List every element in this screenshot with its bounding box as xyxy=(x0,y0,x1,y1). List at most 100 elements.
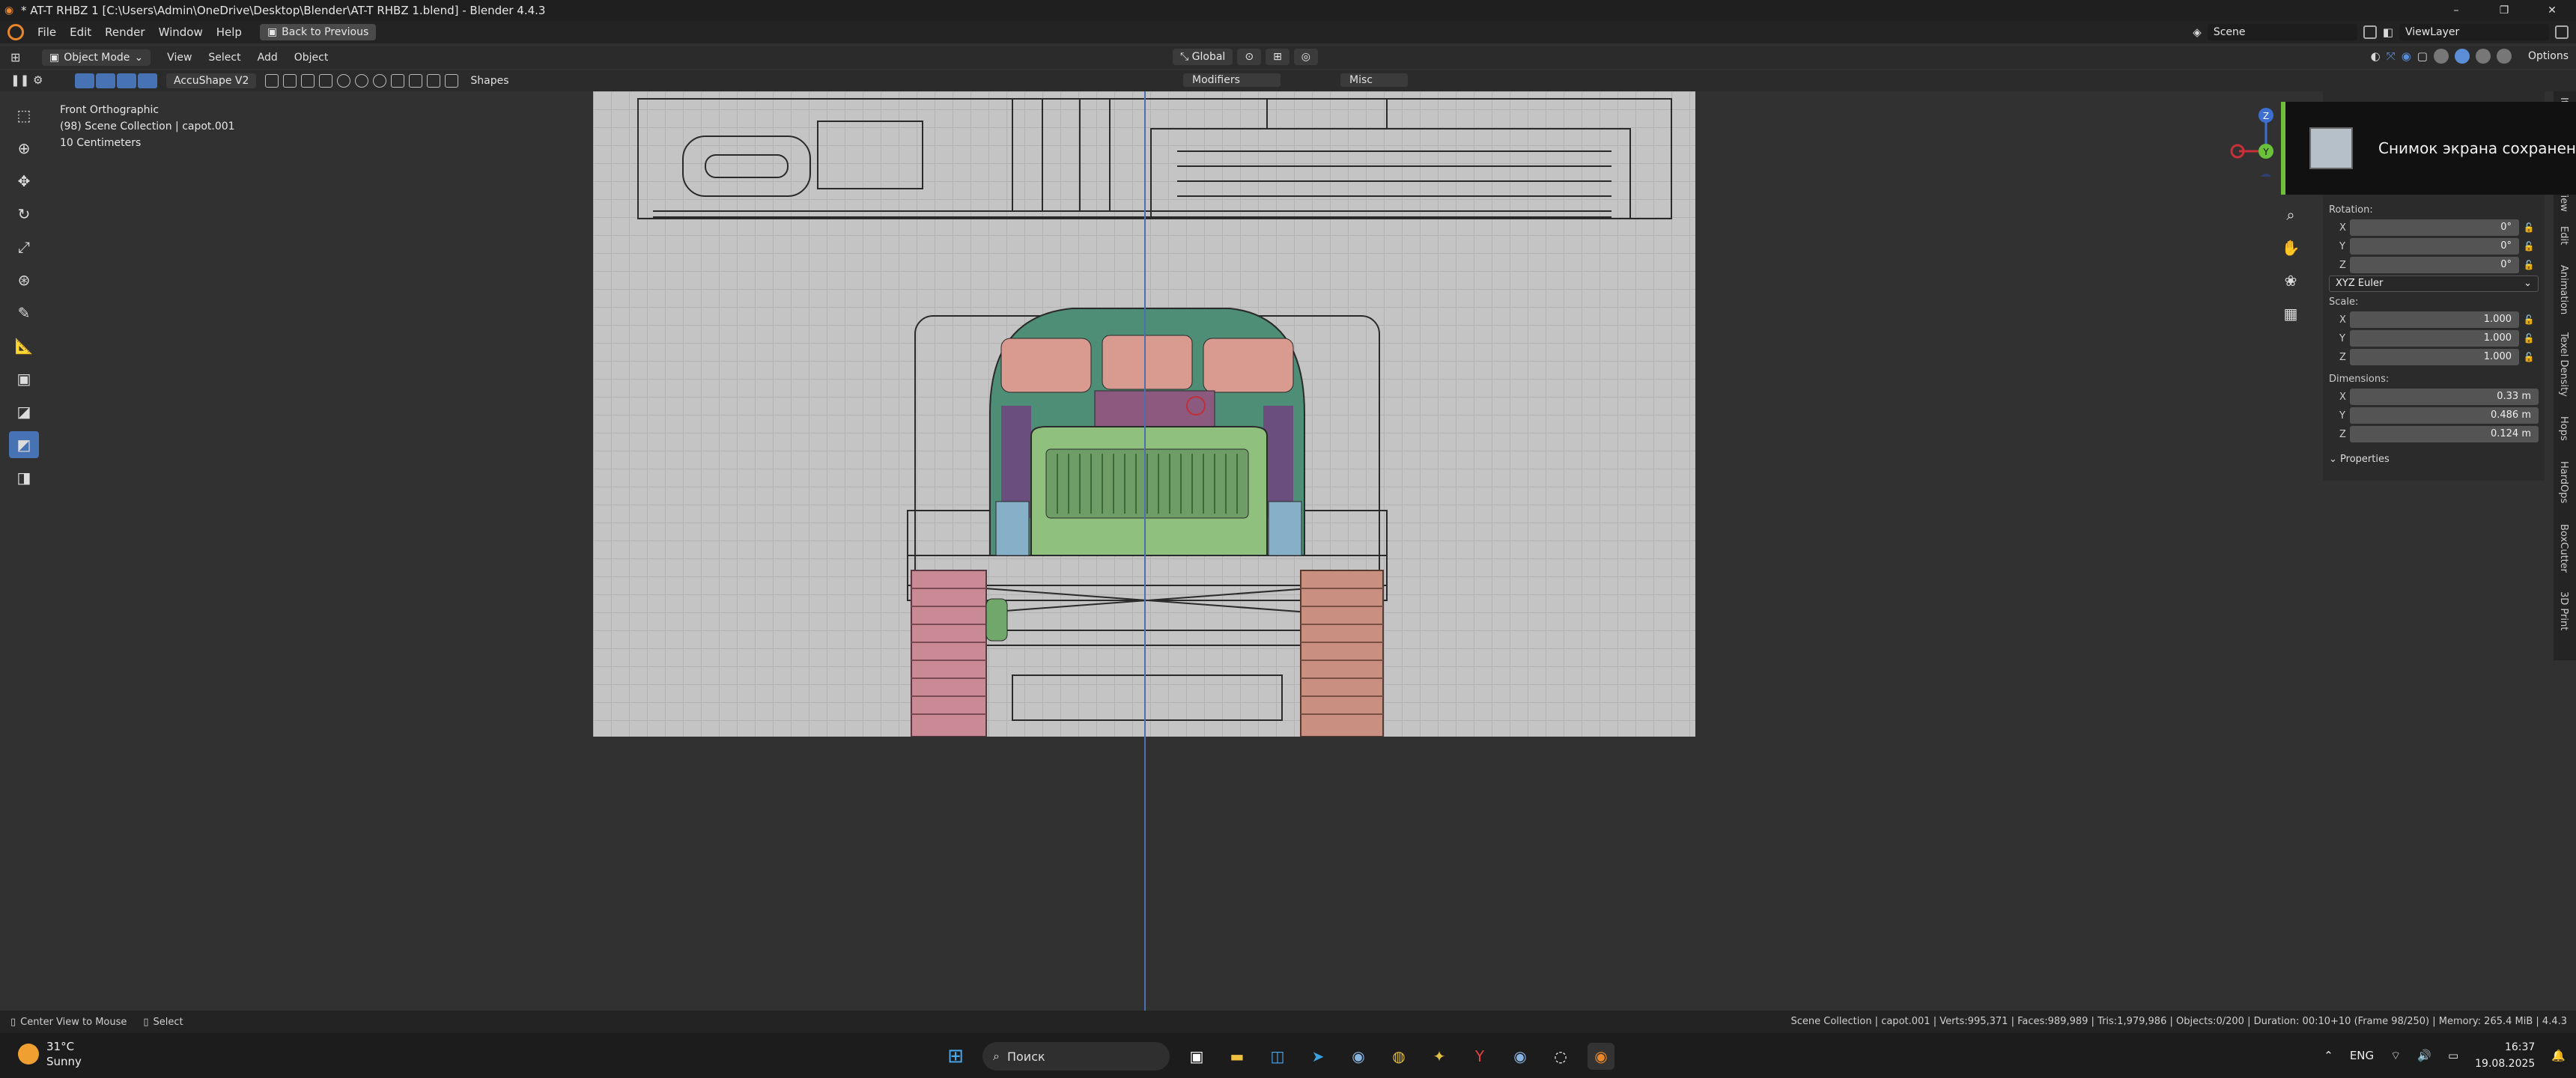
settings-icon[interactable]: ⚙ xyxy=(33,73,43,87)
modifiers-dropdown[interactable]: Modifiers xyxy=(1183,73,1281,87)
circle-cut-icon[interactable] xyxy=(373,74,387,88)
tab-3d-print[interactable]: 3D Print xyxy=(2558,591,2569,630)
dimensions-x-field[interactable]: 0.33 m xyxy=(2350,389,2539,405)
telegram-icon[interactable]: ➤ xyxy=(1304,1043,1331,1070)
wifi-icon[interactable]: ⌔ xyxy=(2390,1049,2401,1063)
tab-edit[interactable]: Edit xyxy=(2558,226,2569,245)
tab-texel-density[interactable]: Texel Density xyxy=(2558,332,2569,397)
wireframe-shading-icon[interactable] xyxy=(2433,49,2449,64)
lock-icon[interactable]: 🔓 xyxy=(2519,314,2539,325)
menu-window[interactable]: Window xyxy=(159,25,203,39)
select-extend-icon[interactable] xyxy=(96,73,115,88)
tab-hops[interactable]: Hops xyxy=(2558,416,2569,441)
scale-y-field[interactable]: 1.000 xyxy=(2350,330,2519,347)
3d-viewport[interactable]: Front Orthographic (98) Scene Collection… xyxy=(0,91,2576,1011)
volume-icon[interactable]: 🔊 xyxy=(2417,1049,2431,1062)
misc-dropdown[interactable]: Misc xyxy=(1340,73,1408,87)
shapes-label[interactable]: Shapes xyxy=(470,75,508,87)
transform-icon[interactable]: ⊛ xyxy=(9,267,39,293)
close-button[interactable]: ✕ xyxy=(2528,0,2576,21)
scale-icon[interactable]: ⤢ xyxy=(9,234,39,261)
extrude-icon[interactable]: ◪ xyxy=(9,398,39,425)
chevron-up-icon[interactable]: ⌃ xyxy=(2324,1049,2333,1062)
hand-pan-icon[interactable]: ✋ xyxy=(2279,237,2302,259)
rotation-z-field[interactable]: 0° xyxy=(2350,257,2519,273)
options-button[interactable]: Options xyxy=(2528,50,2569,62)
select-set-icon[interactable] xyxy=(75,73,94,88)
box-slice-icon[interactable] xyxy=(319,74,333,88)
snap-toggle[interactable]: ⊞ xyxy=(1266,49,1289,65)
dimensions-y-field[interactable]: 0.486 m xyxy=(2350,407,2539,424)
scene-field[interactable]: Scene xyxy=(2207,24,2357,40)
new-viewlayer-icon[interactable] xyxy=(2555,25,2569,39)
hardops-icon[interactable]: ◨ xyxy=(9,464,39,491)
steam-icon[interactable]: ◉ xyxy=(1345,1043,1372,1070)
select-box-icon[interactable]: ⬚ xyxy=(9,102,39,129)
proportional-toggle[interactable]: ◎ xyxy=(1293,49,1319,65)
blender-logo-icon[interactable] xyxy=(7,24,24,40)
tab-animation[interactable]: Animation xyxy=(2558,265,2569,314)
circle-shape-icon[interactable] xyxy=(337,74,351,88)
grid-view-icon[interactable]: ▦ xyxy=(2279,302,2302,325)
lock-icon[interactable]: 🔓 xyxy=(2519,241,2539,252)
tab-boxcutter[interactable]: BoxCutter xyxy=(2558,524,2569,573)
move-icon[interactable]: ✥ xyxy=(9,168,39,195)
viewlayer-field[interactable]: ViewLayer xyxy=(2399,24,2549,40)
new-scene-icon[interactable] xyxy=(2363,25,2377,39)
menu-help[interactable]: Help xyxy=(216,25,242,39)
steam-alt-icon[interactable]: ◉ xyxy=(1507,1043,1534,1070)
menu-render[interactable]: Render xyxy=(105,25,145,39)
lock-icon[interactable]: 🔓 xyxy=(2519,352,2539,362)
overlay-toggle-icon[interactable]: ◉ xyxy=(2402,49,2411,63)
add-cube-icon[interactable]: ▣ xyxy=(9,365,39,392)
chrome-icon[interactable]: ◍ xyxy=(1385,1043,1412,1070)
boxcutter-icon[interactable]: ◩ xyxy=(9,431,39,458)
clock[interactable]: 16:37 19.08.2025 xyxy=(2475,1039,2535,1072)
task-view-icon[interactable]: ▣ xyxy=(1183,1043,1210,1070)
mirror-icon[interactable] xyxy=(427,74,441,88)
menu-edit[interactable]: Edit xyxy=(70,25,91,39)
box-alt-icon[interactable] xyxy=(283,74,297,88)
media-app-icon[interactable]: ✦ xyxy=(1426,1043,1453,1070)
windows-start-icon[interactable]: ⊞ xyxy=(942,1043,969,1070)
menu-object[interactable]: Object xyxy=(294,52,329,64)
lock-icon[interactable]: 🔓 xyxy=(2519,222,2539,233)
pause-icon[interactable]: ❚❚ xyxy=(10,73,29,87)
maximize-button[interactable]: ❐ xyxy=(2480,0,2528,21)
box-cut-icon[interactable] xyxy=(301,74,315,88)
yandex-icon[interactable]: Y xyxy=(1466,1043,1493,1070)
array-icon[interactable] xyxy=(445,74,459,88)
store-icon[interactable]: ◫ xyxy=(1264,1043,1291,1070)
rotation-x-field[interactable]: 0° xyxy=(2350,219,2519,236)
orientation-dropdown[interactable]: ⤡ Global xyxy=(1173,49,1233,65)
editor-type-icon[interactable]: ⊞ xyxy=(10,50,20,64)
visibility-icon[interactable]: ◐ xyxy=(2371,49,2381,63)
language-indicator[interactable]: ENG xyxy=(2350,1049,2374,1062)
back-to-previous-button[interactable]: ▣ Back to Previous xyxy=(259,24,377,40)
menu-view[interactable]: View xyxy=(167,52,192,64)
rotation-y-field[interactable]: 0° xyxy=(2350,238,2519,255)
triangle-shape-icon[interactable] xyxy=(391,74,405,88)
measure-icon[interactable]: 📐 xyxy=(9,332,39,359)
properties-section-header[interactable]: ⌄ Properties xyxy=(2329,454,2539,465)
scale-x-field[interactable]: 1.000 xyxy=(2350,311,2519,328)
solid-shading-icon[interactable] xyxy=(2454,49,2470,64)
tab-hardops[interactable]: HardOps xyxy=(2558,461,2569,503)
gizmo-toggle-icon[interactable]: ⤧ xyxy=(2387,49,2396,63)
rotate-icon[interactable]: ↻ xyxy=(9,201,39,228)
blender-taskbar-icon[interactable]: ◉ xyxy=(1588,1043,1614,1070)
menu-select[interactable]: Select xyxy=(208,52,240,64)
notifications-icon[interactable]: 🔔 xyxy=(2551,1049,2566,1062)
menu-file[interactable]: File xyxy=(37,25,56,39)
object-mode-dropdown[interactable]: ▣ Object Mode ⌄ xyxy=(42,49,151,66)
select-subtract-icon[interactable] xyxy=(117,73,136,88)
annotate-icon[interactable]: ✎ xyxy=(9,299,39,326)
weather-widget[interactable]: 31°C Sunny xyxy=(18,1039,82,1069)
circle-alt-icon[interactable] xyxy=(355,74,369,88)
lock-icon[interactable]: 🔓 xyxy=(2519,333,2539,344)
rotation-mode-dropdown[interactable]: XYZ Euler ⌄ xyxy=(2329,275,2539,292)
pivot-dropdown[interactable]: ⊙ xyxy=(1237,49,1262,65)
accushape-button[interactable]: AccuShape V2 xyxy=(166,73,257,88)
minimize-button[interactable]: – xyxy=(2432,0,2480,21)
scale-z-field[interactable]: 1.000 xyxy=(2350,349,2519,365)
